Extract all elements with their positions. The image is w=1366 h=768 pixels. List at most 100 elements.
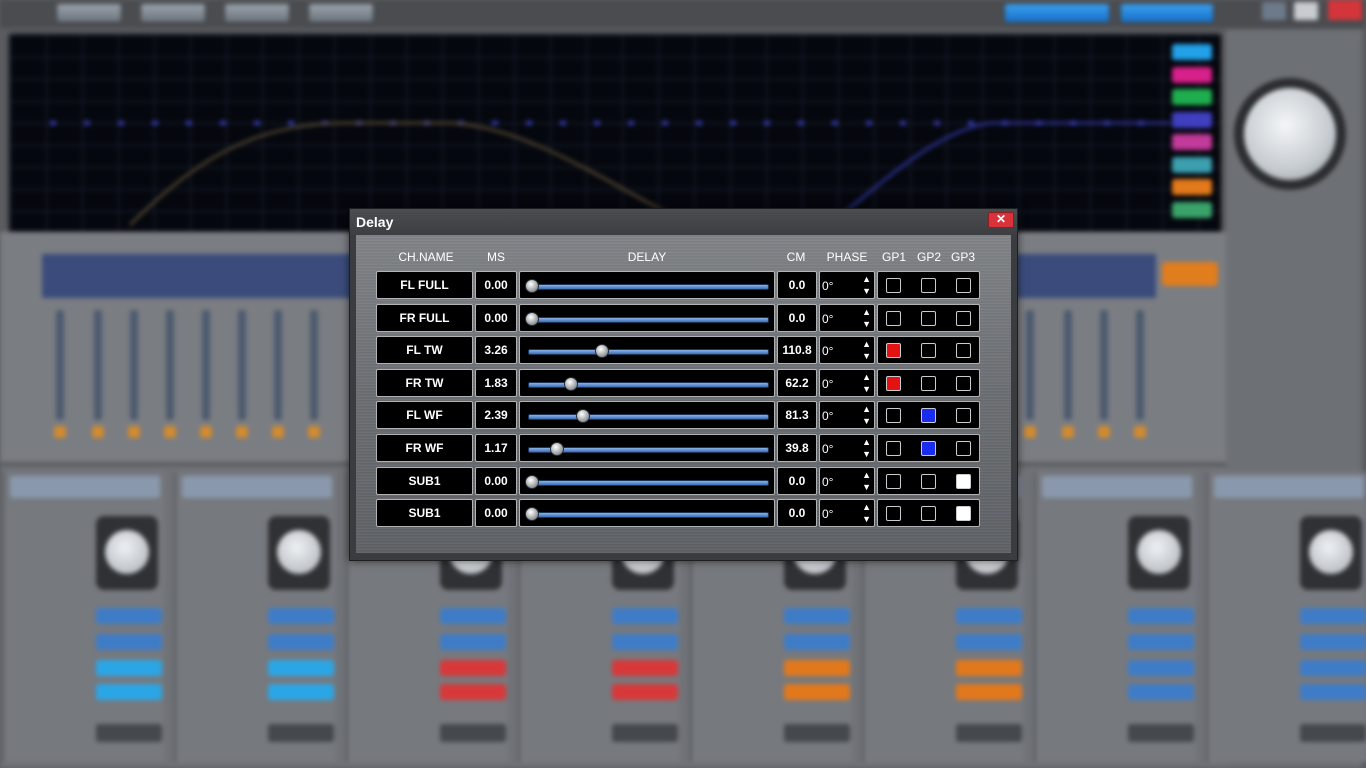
- strip-header[interactable]: [182, 476, 332, 498]
- delay-ms-value[interactable]: 0.00: [475, 499, 517, 527]
- gp2-checkbox[interactable]: [921, 311, 936, 326]
- delay-cm-value[interactable]: 39.8: [777, 434, 817, 462]
- delay-cm-value[interactable]: 0.0: [777, 499, 817, 527]
- gp1-checkbox[interactable]: [886, 343, 901, 358]
- phase-down-arrow-icon[interactable]: ▼: [862, 286, 871, 296]
- strip-gray-button[interactable]: [440, 724, 506, 742]
- strip-header[interactable]: [1214, 476, 1364, 498]
- gp1-checkbox[interactable]: [886, 311, 901, 326]
- gp1-checkbox[interactable]: [886, 506, 901, 521]
- fader-knob[interactable]: [54, 426, 66, 438]
- delay-slider[interactable]: [519, 401, 775, 429]
- gp2-checkbox[interactable]: [921, 474, 936, 489]
- phase-up-arrow-icon[interactable]: ▲: [862, 339, 871, 349]
- strip-button[interactable]: [956, 684, 1022, 700]
- strip-knob[interactable]: [96, 516, 158, 590]
- strip-button[interactable]: [784, 660, 850, 676]
- slider-thumb[interactable]: [550, 442, 564, 456]
- slider-thumb[interactable]: [525, 279, 539, 293]
- strip-knob[interactable]: [1128, 516, 1190, 590]
- eq-channel-chip[interactable]: [1172, 134, 1212, 150]
- strip-gray-button[interactable]: [96, 724, 162, 742]
- strip-button[interactable]: [1300, 684, 1366, 700]
- gp3-checkbox[interactable]: [956, 311, 971, 326]
- gp1-checkbox[interactable]: [886, 474, 901, 489]
- phase-spinner[interactable]: 0° ▲ ▼: [819, 434, 875, 462]
- phase-down-arrow-icon[interactable]: ▼: [862, 384, 871, 394]
- strip-gray-button[interactable]: [1300, 724, 1366, 742]
- strip-button[interactable]: [96, 634, 162, 650]
- delay-slider[interactable]: [519, 369, 775, 397]
- delay-slider[interactable]: [519, 499, 775, 527]
- delay-ms-value[interactable]: 0.00: [475, 304, 517, 332]
- delay-ms-value[interactable]: 3.26: [475, 336, 517, 364]
- strip-button[interactable]: [956, 660, 1022, 676]
- gp1-checkbox[interactable]: [886, 441, 901, 456]
- phase-down-arrow-icon[interactable]: ▼: [862, 319, 871, 329]
- strip-gray-button[interactable]: [956, 724, 1022, 742]
- strip-button[interactable]: [440, 660, 506, 676]
- phase-down-arrow-icon[interactable]: ▼: [862, 482, 871, 492]
- orange-button[interactable]: [1162, 262, 1218, 286]
- strip-button[interactable]: [268, 608, 334, 624]
- strip-header[interactable]: [1042, 476, 1192, 498]
- delay-cm-value[interactable]: 81.3: [777, 401, 817, 429]
- fader-knob[interactable]: [1024, 426, 1036, 438]
- strip-button[interactable]: [784, 608, 850, 624]
- delay-cm-value[interactable]: 0.0: [777, 467, 817, 495]
- delay-ms-value[interactable]: 1.17: [475, 434, 517, 462]
- strip-button[interactable]: [96, 660, 162, 676]
- phase-down-arrow-icon[interactable]: ▼: [862, 351, 871, 361]
- gp2-checkbox[interactable]: [921, 441, 936, 456]
- phase-down-arrow-icon[interactable]: ▼: [862, 514, 871, 524]
- fader-knob[interactable]: [1098, 426, 1110, 438]
- strip-button[interactable]: [1128, 660, 1194, 676]
- phase-down-arrow-icon[interactable]: ▼: [862, 449, 871, 459]
- delay-ms-value[interactable]: 2.39: [475, 401, 517, 429]
- toolbar-button[interactable]: [224, 3, 290, 23]
- gp2-checkbox[interactable]: [921, 343, 936, 358]
- phase-up-arrow-icon[interactable]: ▲: [862, 437, 871, 447]
- strip-knob[interactable]: [268, 516, 330, 590]
- phase-spinner[interactable]: 0° ▲ ▼: [819, 499, 875, 527]
- eq-channel-chip[interactable]: [1172, 179, 1212, 195]
- phase-up-arrow-icon[interactable]: ▲: [862, 502, 871, 512]
- gp2-checkbox[interactable]: [921, 278, 936, 293]
- strip-button[interactable]: [784, 634, 850, 650]
- strip-button[interactable]: [268, 660, 334, 676]
- fader-knob[interactable]: [308, 426, 320, 438]
- gp1-checkbox[interactable]: [886, 376, 901, 391]
- gp2-checkbox[interactable]: [921, 376, 936, 391]
- strip-button[interactable]: [440, 608, 506, 624]
- strip-button[interactable]: [440, 684, 506, 700]
- phase-down-arrow-icon[interactable]: ▼: [862, 416, 871, 426]
- strip-knob[interactable]: [1300, 516, 1362, 590]
- strip-button[interactable]: [612, 634, 678, 650]
- gp3-checkbox[interactable]: [956, 376, 971, 391]
- phase-spinner[interactable]: 0° ▲ ▼: [819, 467, 875, 495]
- slider-thumb[interactable]: [564, 377, 578, 391]
- fader-knob[interactable]: [164, 426, 176, 438]
- slider-thumb[interactable]: [595, 344, 609, 358]
- close-button[interactable]: ✕: [988, 212, 1014, 228]
- strip-button[interactable]: [612, 684, 678, 700]
- delay-slider[interactable]: [519, 336, 775, 364]
- master-knob[interactable]: [1244, 88, 1336, 180]
- window-icon[interactable]: [1294, 2, 1318, 20]
- delay-cm-value[interactable]: 62.2: [777, 369, 817, 397]
- strip-gray-button[interactable]: [784, 724, 850, 742]
- delay-ms-value[interactable]: 0.00: [475, 271, 517, 299]
- phase-up-arrow-icon[interactable]: ▲: [862, 274, 871, 284]
- phase-spinner[interactable]: 0° ▲ ▼: [819, 369, 875, 397]
- gp3-checkbox[interactable]: [956, 506, 971, 521]
- fader-knob[interactable]: [200, 426, 212, 438]
- phase-spinner[interactable]: 0° ▲ ▼: [819, 304, 875, 332]
- strip-button[interactable]: [784, 684, 850, 700]
- slider-thumb[interactable]: [576, 409, 590, 423]
- toolbar-blue-button[interactable]: [1120, 3, 1214, 23]
- delay-cm-value[interactable]: 0.0: [777, 271, 817, 299]
- toolbar-button[interactable]: [56, 3, 122, 23]
- slider-thumb[interactable]: [525, 507, 539, 521]
- eq-channel-chip[interactable]: [1172, 44, 1212, 60]
- phase-spinner[interactable]: 0° ▲ ▼: [819, 401, 875, 429]
